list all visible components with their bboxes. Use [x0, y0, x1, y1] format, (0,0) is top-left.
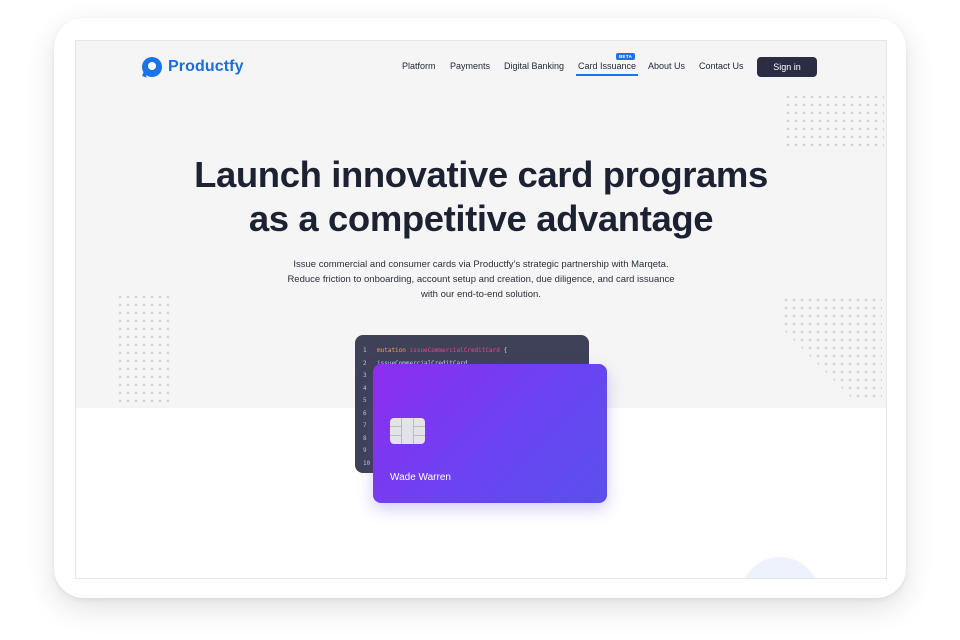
logo-text: Productfy: [168, 58, 244, 75]
hero-headline: Launch innovative card programs as a com…: [76, 153, 886, 241]
decorative-dots: [782, 296, 882, 401]
nav-item-card-issuance[interactable]: Card Issuance BETA: [575, 53, 639, 76]
decorative-dots: [116, 293, 174, 405]
code-line: 1 mutation issueCommercialCreditCard {: [363, 347, 508, 354]
nav-item-digital-banking[interactable]: Digital Banking: [504, 61, 564, 71]
hero-subtext: Issue commercial and consumer cards via …: [287, 259, 675, 300]
nav-item-platform[interactable]: Platform: [402, 61, 436, 71]
nav-item-card-issuance-label: Card Issuance: [578, 61, 637, 71]
nav-item-contact-us[interactable]: Contact Us: [699, 61, 744, 71]
cardholder-name: Wade Warren: [390, 472, 451, 483]
card-chip-icon: [390, 418, 425, 444]
logo-icon: [142, 57, 162, 77]
hero-headline-text: Launch innovative card programs as a com…: [194, 154, 768, 239]
sign-in-button[interactable]: Sign in: [757, 57, 817, 77]
nav-item-about-us[interactable]: About Us: [648, 61, 685, 71]
decorative-circle: [740, 557, 820, 578]
nav-item-payments[interactable]: Payments: [450, 61, 490, 71]
browser-screen: Productfy Platform Payments Digital Bank…: [75, 40, 887, 579]
beta-badge: BETA: [616, 53, 636, 60]
logo[interactable]: Productfy: [142, 57, 244, 77]
decorative-dots: [784, 93, 884, 149]
credit-card: Wade Warren: [373, 364, 607, 503]
